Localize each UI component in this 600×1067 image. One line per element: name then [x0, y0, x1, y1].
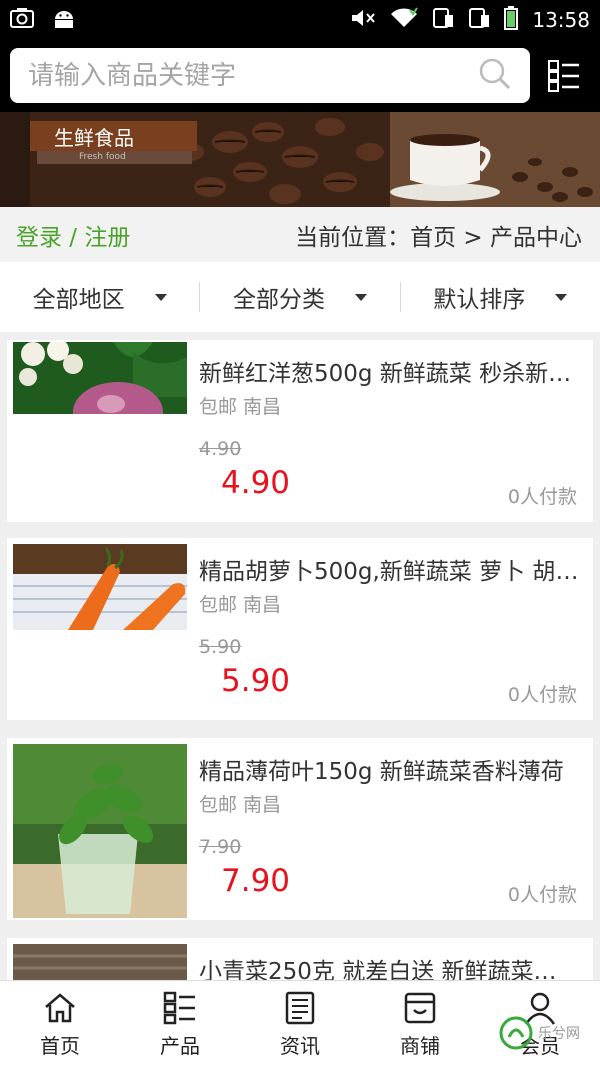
- product-title[interactable]: 新鲜红洋葱500g 新鲜蔬菜 秒杀新鲜红洋葱: [199, 354, 579, 388]
- banner-subtitle: Fresh food: [37, 151, 192, 164]
- site-watermark: 乐兮网: [498, 1005, 588, 1060]
- tab-products-label: 产品: [160, 1033, 200, 1058]
- product-shipping: 包邮 南昌: [199, 794, 282, 816]
- android-icon: [52, 7, 76, 33]
- sim1-icon: [432, 7, 454, 34]
- search-input[interactable]: [28, 60, 478, 91]
- product-title[interactable]: 小青菜250克 就差白送 新鲜蔬菜包邮: [199, 952, 579, 980]
- wifi-icon: [390, 6, 419, 34]
- product-paid-count: 0人付款: [507, 486, 577, 508]
- filter-category-label: 全部分类: [232, 287, 325, 313]
- filter-sort[interactable]: 默认排序: [399, 282, 600, 313]
- product-image-greens[interactable]: [13, 944, 187, 980]
- tab-home[interactable]: 首页: [0, 981, 120, 1067]
- camera-icon: [10, 7, 34, 33]
- product-paid-count: 0人付款: [507, 884, 577, 906]
- product-title[interactable]: 精品胡萝卜500g,新鲜蔬菜 萝卜 胡萝卜: [199, 552, 579, 586]
- tab-news-label: 资讯: [280, 1033, 320, 1058]
- banner-title: 生鲜食品: [30, 121, 197, 151]
- product-card[interactable]: 新鲜红洋葱500g 新鲜蔬菜 秒杀新鲜红洋葱 包邮 南昌 4.90 4.90 0…: [7, 340, 593, 522]
- product-list[interactable]: 新鲜红洋葱500g 新鲜蔬菜 秒杀新鲜红洋葱 包邮 南昌 4.90 4.90 0…: [0, 340, 600, 980]
- filter-sort-label: 默认排序: [433, 287, 526, 313]
- filter-region-label: 全部地区: [32, 287, 125, 313]
- product-price: 5.90: [221, 663, 291, 699]
- tab-news[interactable]: 资讯: [240, 981, 360, 1067]
- chevron-down-icon: [354, 293, 367, 301]
- product-card[interactable]: 精品薄荷叶150g 新鲜蔬菜香料薄荷 包邮 南昌 7.90 7.90 0人付款: [7, 738, 593, 920]
- breadcrumb-bar: 登录 / 注册 当前位置：首页 > 产品中心: [0, 207, 600, 262]
- tab-products[interactable]: 产品: [120, 981, 240, 1067]
- watermark-logo-icon: [499, 1016, 533, 1049]
- product-shipping: 包邮 南昌: [199, 594, 282, 616]
- filter-category[interactable]: 全部分类: [199, 282, 399, 313]
- shop-icon: [404, 992, 436, 1023]
- search-box[interactable]: [10, 48, 530, 103]
- sim2-icon: [468, 7, 490, 34]
- watermark-text: 乐兮网: [538, 1025, 580, 1042]
- battery-icon: [504, 5, 519, 35]
- product-paid-count: 0人付款: [507, 684, 577, 706]
- banner[interactable]: 生鲜食品 Fresh food: [0, 112, 600, 207]
- tab-shop-label: 商铺: [400, 1033, 440, 1058]
- product-image-onion[interactable]: [13, 342, 187, 414]
- home-icon: [45, 992, 75, 1022]
- search-icon[interactable]: [478, 57, 512, 95]
- news-icon: [285, 991, 315, 1024]
- product-price: 7.90: [221, 863, 291, 899]
- product-image-carrot[interactable]: [13, 544, 187, 630]
- product-image-mint[interactable]: [13, 744, 187, 918]
- tab-shop[interactable]: 商铺: [360, 981, 480, 1067]
- product-original-price: 4.90: [199, 438, 242, 460]
- product-original-price: 7.90: [199, 836, 242, 858]
- chevron-down-icon: [555, 293, 568, 301]
- chevron-down-icon: [154, 293, 167, 301]
- search-header: [0, 40, 600, 112]
- mute-icon: [350, 7, 376, 34]
- category-menu-icon[interactable]: [548, 60, 580, 92]
- login-register-link[interactable]: 登录 / 注册: [16, 218, 130, 252]
- tab-home-label: 首页: [40, 1033, 80, 1058]
- product-shipping: 包邮 南昌: [199, 396, 282, 418]
- status-time: 13:58: [532, 8, 590, 32]
- product-card[interactable]: 精品胡萝卜500g,新鲜蔬菜 萝卜 胡萝卜 包邮 南昌 5.90 5.90 0人…: [7, 538, 593, 720]
- product-original-price: 5.90: [199, 636, 242, 658]
- product-title[interactable]: 精品薄荷叶150g 新鲜蔬菜香料薄荷: [199, 752, 579, 786]
- filter-region[interactable]: 全部地区: [0, 282, 199, 313]
- product-grid-icon: [163, 991, 195, 1024]
- status-bar: 13:58: [0, 0, 600, 40]
- breadcrumb: 当前位置：首页 > 产品中心: [295, 224, 582, 251]
- product-price: 4.90: [221, 465, 291, 501]
- filter-bar: 全部地区 全部分类 默认排序: [0, 262, 600, 332]
- product-card[interactable]: 小青菜250克 就差白送 新鲜蔬菜包邮: [7, 938, 593, 980]
